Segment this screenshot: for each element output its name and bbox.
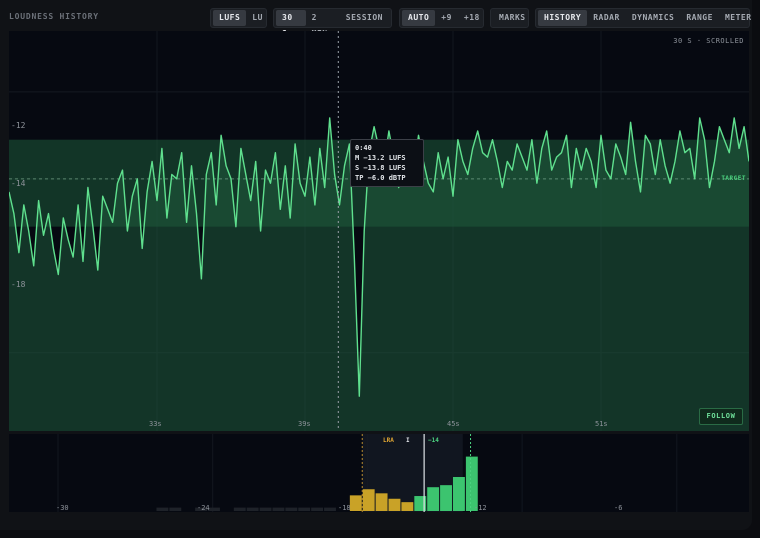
span-2min-button[interactable]: 2 MIN <box>306 10 340 38</box>
histogram-bar <box>233 507 246 511</box>
histogram-bar <box>465 456 478 511</box>
loudness-window: LOUDNESS HISTORY LUFS LU 30 S 2 MIN SESS… <box>0 0 752 530</box>
histogram-target-label: −14 <box>428 437 439 444</box>
y-tick-label: -18 <box>11 280 26 289</box>
y-tick-label: -14 <box>11 179 26 188</box>
histogram-bar <box>427 487 440 511</box>
histogram-bar <box>349 495 362 511</box>
histogram-bar <box>388 498 401 511</box>
histogram-tick-label: -30 <box>56 504 69 512</box>
histogram-tick-label: -12 <box>474 504 487 512</box>
histogram-bar <box>156 507 169 511</box>
view-tabs: HISTORY RADAR DYNAMICS RANGE METER <box>535 8 752 28</box>
span-session-button[interactable]: SESSION <box>340 10 389 26</box>
y-tick-label: -12 <box>11 121 26 130</box>
histogram-bar <box>401 502 414 511</box>
tooltip-true-peak: TP −6.0 dBTP <box>355 174 406 182</box>
panel-title: LOUDNESS HISTORY <box>9 12 99 21</box>
scale-plus18-button[interactable]: +18 <box>458 10 486 26</box>
histogram-bar <box>375 493 388 511</box>
integrated-label: I <box>406 437 410 444</box>
cursor-tooltip: 0:40 M −13.2 LUFS S −13.8 LUFS TP −6.0 d… <box>350 139 424 187</box>
unit-lu-button[interactable]: LU <box>246 10 269 26</box>
tab-meter[interactable]: METER <box>719 10 752 26</box>
scale-plus9-button[interactable]: +9 <box>435 10 458 26</box>
tooltip-time: 0:40 <box>355 144 372 152</box>
histogram-bar <box>259 507 272 511</box>
span-toggle: 30 S 2 MIN SESSION <box>273 8 392 38</box>
x-tick-label: 51s <box>595 420 608 428</box>
tooltip-short-term: S −13.8 LUFS <box>355 164 406 172</box>
x-tick-label: 39s <box>298 420 311 428</box>
tab-radar[interactable]: RADAR <box>587 10 626 26</box>
marks-button[interactable]: MARKS <box>493 10 532 26</box>
histogram-bar <box>324 507 336 511</box>
scroll-status: 30 S · SCROLLED <box>673 37 744 45</box>
x-tick-label: 33s <box>149 420 162 428</box>
histogram-tick-label: -6 <box>614 504 623 512</box>
history-chart <box>9 31 749 431</box>
histogram-tick-label: -24 <box>197 504 210 512</box>
marks-group: MARKS <box>490 8 529 28</box>
histogram-bar <box>362 489 375 511</box>
unit-lufs-button[interactable]: LUFS <box>213 10 247 26</box>
tab-dynamics[interactable]: DYNAMICS <box>626 10 681 26</box>
histogram-bar <box>298 507 311 511</box>
history-plot[interactable]: -12 -14 -18 33s 39s 45s 51s 30 S · SCROL… <box>9 31 749 431</box>
scale-auto-button[interactable]: AUTO <box>402 10 436 26</box>
lra-label: LRA <box>383 437 394 444</box>
histogram-chart <box>57 434 678 512</box>
histogram-bar <box>169 507 182 511</box>
follow-button[interactable]: FOLLOW <box>699 408 743 425</box>
tooltip-momentary: M −13.2 LUFS <box>355 154 406 162</box>
tab-history[interactable]: HISTORY <box>538 10 588 26</box>
histogram-bar <box>208 507 220 511</box>
span-30s-button[interactable]: 30 S <box>276 10 306 38</box>
histogram-tick-label: -18 <box>338 504 351 512</box>
histogram-bar <box>440 485 452 511</box>
tab-range[interactable]: RANGE <box>680 10 719 26</box>
loudness-histogram: LRA I −14 -30 -24 -18 -12 -6 <box>9 434 749 512</box>
histogram-bar <box>452 477 465 511</box>
scale-toggle: AUTO +9 +18 <box>399 8 484 28</box>
unit-toggle: LUFS LU <box>210 8 267 28</box>
histogram-bar <box>285 507 298 511</box>
histogram-bar <box>246 507 259 511</box>
histogram-bar <box>311 507 324 511</box>
histogram-bar <box>272 507 285 511</box>
toolbar: LOUDNESS HISTORY LUFS LU 30 S 2 MIN SESS… <box>0 0 752 38</box>
x-tick-label: 45s <box>447 420 460 428</box>
target-label: TARGET <box>721 175 746 182</box>
